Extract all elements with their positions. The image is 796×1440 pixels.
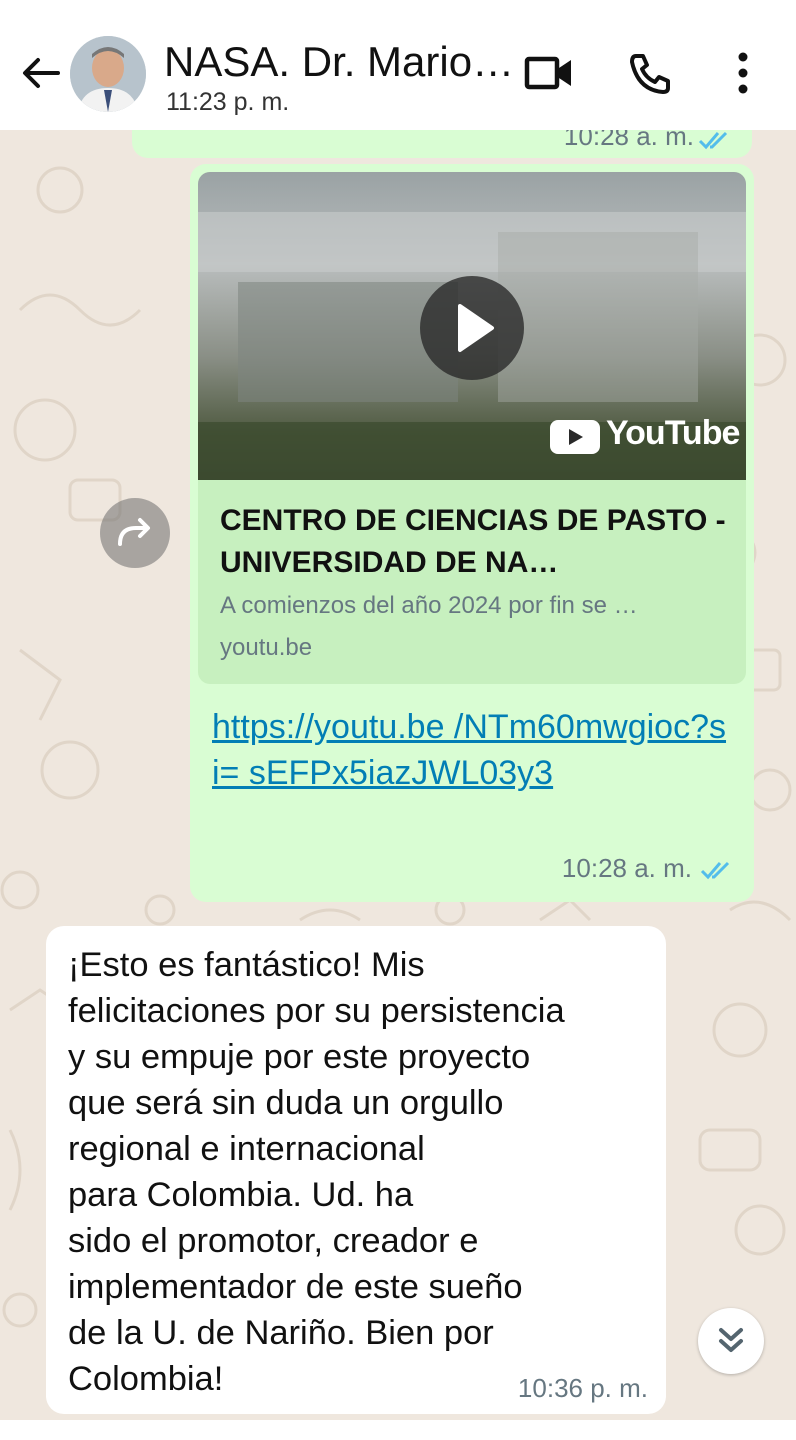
video-call-icon[interactable] <box>522 48 576 98</box>
avatar[interactable] <box>70 36 146 112</box>
contact-name[interactable]: NASA. Dr. Mario… <box>164 38 514 86</box>
message-text: ¡Esto es fantástico! Mis felicitaciones … <box>68 946 565 1398</box>
bottom-edge <box>0 1420 796 1440</box>
double-chevron-down-icon <box>719 1328 743 1352</box>
read-ticks-icon <box>698 131 728 150</box>
link-preview-description: A comienzos del año 2024 por fin se … <box>220 592 638 619</box>
message-time: 10:28 a. m. <box>561 853 692 883</box>
video-thumbnail[interactable]: YouTube <box>198 172 746 480</box>
incoming-message-bubble[interactable]: ¡Esto es fantástico! Mis felicitaciones … <box>46 926 666 1414</box>
chat-area[interactable]: 10:28 a. m. YouTube CENTRO DE CIENCIAS D… <box>0 130 796 1420</box>
previous-message-bubble[interactable]: 10:28 a. m. <box>132 130 752 158</box>
message-time: 10:36 p. m. <box>517 1373 648 1403</box>
last-seen: 11:23 p. m. <box>166 88 290 116</box>
phone-icon[interactable] <box>624 48 678 98</box>
chat-header: NASA. Dr. Mario… 11:23 p. m. <box>0 0 796 130</box>
link-message-bubble[interactable]: YouTube CENTRO DE CIENCIAS DE PASTO -UNI… <box>190 164 754 902</box>
play-icon <box>458 304 494 352</box>
link-preview-domain: youtu.be <box>220 634 313 661</box>
youtube-label: YouTube <box>606 414 740 452</box>
play-button[interactable] <box>420 276 524 380</box>
more-vertical-icon[interactable] <box>716 48 770 98</box>
forward-arrow-icon <box>118 518 150 546</box>
link-preview-title: CENTRO DE CIENCIAS DE PASTO -UNIVERSIDAD… <box>220 504 726 579</box>
message-link[interactable]: https://youtu.be /NTm60mwgioc?si= sEFPx5… <box>212 704 732 796</box>
forward-button[interactable] <box>100 498 170 568</box>
read-ticks-icon <box>700 861 730 880</box>
scroll-to-bottom-button[interactable] <box>698 1308 764 1374</box>
link-preview-card[interactable]: YouTube CENTRO DE CIENCIAS DE PASTO -UNI… <box>198 172 746 684</box>
message-time: 10:28 a. m. <box>563 130 694 151</box>
back-arrow-icon[interactable] <box>18 50 64 96</box>
